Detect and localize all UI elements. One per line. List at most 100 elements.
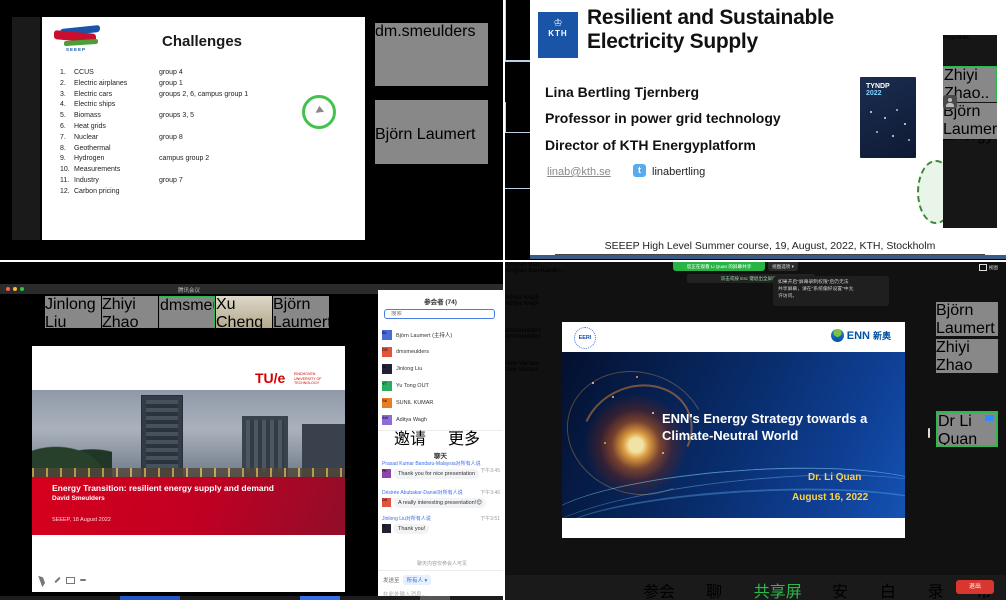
enn-slide: EERI ENN 新奥 ENN's Energy Strategy toward…	[562, 322, 905, 538]
participant-row[interactable]: BL Björn Laumert (主持人)	[382, 328, 499, 342]
share-screen-button[interactable]: 共享屏幕	[754, 578, 815, 600]
video-tile-dm-smeulders[interactable]: dm.smeulders	[375, 23, 488, 86]
toolbar-label: 共享屏幕	[754, 578, 815, 600]
chat-message: Jinlong Liu对所有人说 下午3:51 JL Thank you!	[382, 516, 500, 534]
letterbox-left	[12, 17, 40, 240]
video-tile[interactable]: Björn Laumert	[936, 302, 998, 336]
chat-privacy-text: 聊天内容仅参会人可见	[417, 560, 467, 567]
chat-message: Désirée Abubakar-Daniel对所有人说 下午3:46 DA A…	[382, 490, 500, 508]
item-number: 5.	[60, 112, 74, 123]
participants-button[interactable]: 参会者	[643, 578, 689, 600]
challenges-list: 1.CCUSgroup 4 2.Electric airplanesgroup …	[60, 69, 350, 199]
video-tile[interactable]: Zhiyi Zhao	[936, 339, 998, 373]
invite-button[interactable]: 邀请	[394, 435, 430, 445]
thumbnail-tile[interactable]: Björn Laumert	[273, 296, 329, 328]
slide-footer: SEEEP High Level Summer course, 19, Augu…	[555, 240, 985, 255]
meeting-quadrant-bottom-left: 腾讯会议 Jinlong Liu Zhiyi Zhao dmsmeulders …	[0, 262, 503, 600]
toolbar-items: 参会者 聊天 共享屏幕 安全 白板 录制 布局	[643, 578, 1006, 600]
video-tile[interactable]: Pooja Malik..	[943, 35, 997, 65]
toast-line: 共享屏幕，请在"系统偏好设置"中允	[778, 286, 884, 293]
thumbnail-tile-active[interactable]: dmsmeulders	[159, 296, 215, 328]
avatar: SK	[382, 398, 392, 408]
video-tile-bjorn-laumert[interactable]: Björn Laumert	[375, 100, 488, 164]
chat-author: Jinlong Liu对所有人说 下午3:51	[382, 516, 500, 523]
book-title-line2: 2022	[866, 90, 916, 97]
participant-name: Zhiyi Zhao	[936, 339, 972, 373]
toast-line: 许访问。	[778, 293, 884, 300]
thumbnail-tile[interactable]: Xu Cheng	[216, 296, 272, 328]
participant-row[interactable]: JL Jinlong Liu	[382, 362, 499, 376]
slide-header: EERI ENN 新奥	[562, 322, 905, 352]
photo-building-windows	[246, 420, 284, 472]
pen-tool-icon[interactable]	[54, 577, 60, 583]
toolbar-label: 聊天	[706, 578, 737, 600]
email-link[interactable]: linab@kth.se	[547, 166, 611, 178]
eraser-tool-icon[interactable]	[80, 579, 86, 581]
more-button[interactable]: 更多	[448, 435, 484, 445]
annotation-circle	[302, 95, 336, 129]
item-topic: Electric airplanes	[74, 80, 159, 91]
taskbar-item	[420, 596, 450, 600]
tue-logo-subtext: EINDHOVEN UNIVERSITY OF TECHNOLOGY	[294, 372, 322, 386]
participant-row[interactable]: SK SUNIL KUMAR	[382, 396, 499, 410]
leave-meeting-button[interactable]: 退出	[956, 580, 994, 594]
whiteboard-button[interactable]: 白板	[880, 578, 911, 600]
avatar: BL	[382, 330, 392, 340]
thumbnail-tile[interactable]: Jinlong Liu	[45, 296, 101, 328]
pinned-badge	[985, 415, 994, 421]
search-box[interactable]	[384, 309, 495, 319]
participant-name: dmsmeulders	[505, 334, 541, 340]
security-button[interactable]: 安全	[832, 578, 863, 600]
item-topic: Electric ships	[74, 101, 159, 112]
strip-collapse-handle[interactable]	[928, 428, 930, 438]
avatar: DA	[382, 498, 391, 507]
list-item: 6.Heat grids	[60, 123, 350, 134]
participant-name: Xingyan Ban-Karolin...	[505, 268, 565, 274]
participant-name: Xu Cheng	[216, 296, 263, 328]
list-item: 7.Nucleargroup 8	[60, 134, 350, 145]
grid-view-icon	[979, 264, 987, 271]
video-tile[interactable]: Niek Viersen Niek Viersen	[505, 361, 567, 394]
thumbnail-tile[interactable]: Zhiyi Zhao	[102, 296, 158, 328]
speaker-role-2: Director of KTH Energyplatform	[545, 137, 756, 153]
video-tile-active-speaker[interactable]: Dr Li Quan	[936, 411, 998, 447]
view-control[interactable]: 视图	[979, 264, 998, 271]
video-tile[interactable]: dmsmeulders dmsmeulders	[505, 328, 567, 361]
participant-name-label: Xu Cheng	[216, 296, 272, 328]
participant-name: dmsmeulders	[160, 297, 215, 314]
book-dots-decor	[870, 111, 872, 113]
tue-slide: TU/e EINDHOVEN UNIVERSITY OF TECHNOLOGY …	[32, 346, 345, 592]
list-item: 1.CCUSgroup 4	[60, 69, 350, 80]
item-group: campus group 2	[159, 155, 209, 166]
send-to-label: 发送至	[383, 576, 400, 584]
participant-name: Yu Tong OUT	[396, 383, 491, 389]
item-number: 3.	[60, 91, 74, 102]
chat-button[interactable]: 聊天	[706, 578, 737, 600]
chat-time: 下午3:45	[480, 468, 500, 475]
video-tile[interactable]: Aditya Wagh Aditya Wagh	[505, 295, 567, 328]
participant-row[interactable]: YT Yu Tong OUT	[382, 379, 499, 393]
record-button[interactable]: 录制	[928, 578, 959, 600]
search-input[interactable]	[391, 311, 471, 317]
participant-name: Niek Viersen	[505, 367, 539, 373]
participant-name: Pooja Malik..	[943, 35, 972, 41]
participant-row[interactable]: AW Aditya Wagh	[382, 413, 499, 427]
participant-row[interactable]: DS dmsmeulders	[382, 345, 499, 359]
challenges-slide: SEEEP Challenges 1.CCUSgroup 4 2.Electri…	[42, 17, 365, 240]
slide-date: SEEEP, 18 August 2022	[52, 517, 111, 523]
send-target-select[interactable]: 所有人 ▾	[403, 575, 432, 585]
view-options-button[interactable]: 视图选项 ▾	[768, 262, 798, 271]
chat-author: Prasad Kumar Bandaru-Malaysia对所有人说 下午3:4…	[382, 461, 500, 468]
item-number: 10.	[60, 166, 74, 177]
list-item: 9.Hydrogencampus group 2	[60, 155, 350, 166]
shape-tool-icon[interactable]	[66, 577, 75, 584]
participant-name-label: Aditya Wagh	[505, 301, 567, 307]
kth-logo: ♔ KTH	[538, 12, 578, 58]
cursor-tool-icon[interactable]	[38, 573, 51, 587]
list-item: 2.Electric airplanesgroup 1	[60, 80, 350, 91]
slide-artwork: ENN's Energy Strategy towards a Climate-…	[562, 352, 905, 518]
video-tile[interactable]: Xingyan Ban... Xingyan Ban-Karolin...	[505, 262, 567, 295]
permission-toast: 如果开启"屏幕录制权限"后仍无法 共享屏幕，请在"系统偏好设置"中允 许访问。	[773, 276, 889, 306]
window-title: 腾讯会议	[0, 286, 378, 294]
participant-name-label: Zhiyi Zhao	[102, 296, 158, 328]
